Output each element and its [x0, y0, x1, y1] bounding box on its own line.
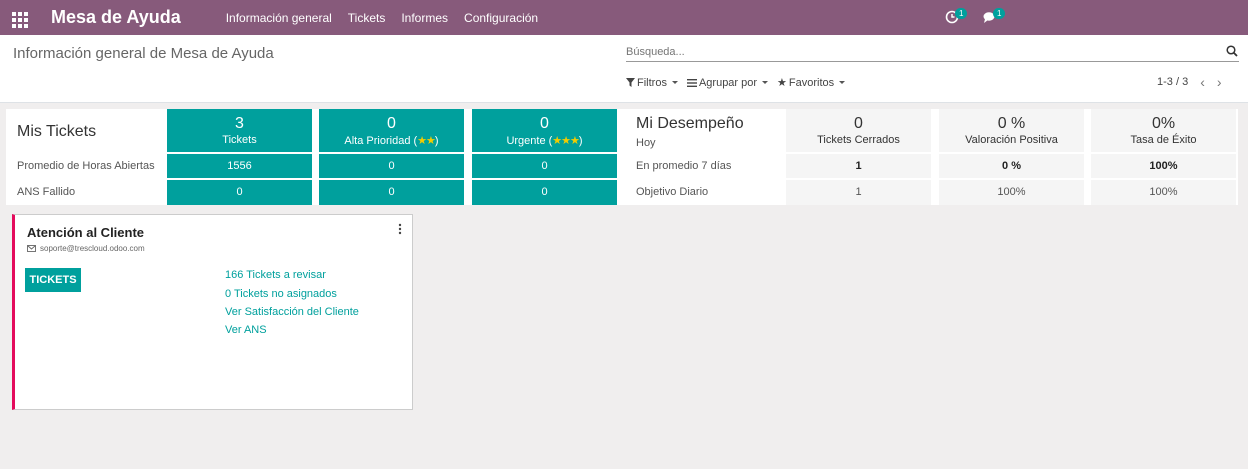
search-input[interactable] — [626, 43, 1216, 60]
tile-tickets-avg-hours[interactable]: 1556 — [167, 154, 312, 178]
filters-button[interactable]: Filtros — [626, 76, 678, 89]
list-icon — [686, 78, 697, 87]
perf-rating-avg7: 0 % — [939, 154, 1084, 178]
group-by-label: Agrupar por — [698, 76, 758, 89]
perf-closed-avg7: 1 — [786, 154, 931, 178]
unassigned-tickets-link[interactable]: 0 Tickets no asignados — [225, 288, 337, 300]
perf-rating-label: Valoración Positiva — [965, 134, 1058, 146]
tile-high-priority-count: 0 — [387, 115, 396, 132]
more-options-icon[interactable] — [398, 223, 402, 235]
perf-closed-tickets: 0 Tickets Cerrados — [786, 109, 931, 152]
sla-failed-label: ANS Fallido — [17, 186, 76, 198]
envelope-icon — [27, 245, 36, 252]
filters-caret-icon — [671, 81, 678, 84]
favorites-caret-icon — [839, 81, 846, 84]
tile-urgent-avg-hours[interactable]: 0 — [472, 154, 617, 178]
customer-satisfaction-link[interactable]: Ver Satisfacción del Cliente — [225, 306, 359, 318]
perf-closed-target: 1 — [786, 180, 931, 205]
tile-high-priority-sla-failed[interactable]: 0 — [319, 180, 464, 205]
tile-tickets-count: 3 — [235, 115, 244, 132]
messages-badge: 1 — [993, 8, 1006, 19]
pager: 1-3 / 3 ‹ › — [1157, 75, 1222, 89]
main-menu: Información general Tickets Informes Con… — [226, 11, 554, 25]
tile-high-priority[interactable]: 0 Alta Prioridad (★★) — [319, 109, 464, 152]
page-title: Información general de Mesa de Ayuda — [13, 45, 274, 62]
tickets-to-review-link[interactable]: 166 Tickets a revisar — [225, 269, 326, 281]
avg-7-days-label: En promedio 7 días — [636, 160, 732, 172]
control-panel: Información general de Mesa de Ayuda Fil… — [0, 35, 1248, 103]
perf-success-rate: 0% Tasa de Éxito — [1091, 109, 1236, 152]
search-icon[interactable] — [1226, 45, 1238, 57]
tile-tickets-sla-failed[interactable]: 0 — [167, 180, 312, 205]
favorites-label: Favoritos — [788, 76, 835, 89]
helpdesk-dashboard: Mis Tickets Promedio de Horas Abiertas A… — [6, 109, 1238, 205]
messages-button[interactable]: 1 — [983, 8, 1006, 25]
menu-overview[interactable]: Información general — [226, 11, 332, 25]
systray: 1 1 — [945, 8, 1021, 25]
perf-rating-today: 0 % — [997, 115, 1026, 132]
perf-success-avg7: 100% — [1091, 154, 1236, 178]
app-brand[interactable]: Mesa de Ayuda — [51, 7, 181, 28]
tile-high-priority-label: Alta Prioridad (★★) — [344, 135, 439, 147]
team-card: Atención al Cliente soporte@trescloud.od… — [12, 214, 413, 410]
team-email-row: soporte@trescloud.odoo.com — [27, 244, 145, 253]
menu-reports[interactable]: Informes — [401, 11, 448, 25]
activity-button[interactable]: 1 — [945, 8, 968, 25]
view-sla-link[interactable]: Ver ANS — [225, 324, 267, 336]
favorites-button[interactable]: ★ Favoritos — [777, 76, 846, 89]
today-label: Hoy — [636, 137, 656, 149]
team-name: Atención al Cliente — [27, 225, 145, 240]
pager-value[interactable]: 1-3 / 3 — [1157, 76, 1188, 88]
group-by-caret-icon — [762, 81, 769, 84]
perf-positive-rating: 0 % Valoración Positiva — [939, 109, 1084, 152]
filters-label: Filtros — [637, 76, 667, 89]
tile-urgent-count: 0 — [540, 115, 549, 132]
perf-success-today: 0% — [1151, 115, 1176, 132]
tile-urgent-sla-failed[interactable]: 0 — [472, 180, 617, 205]
perf-rating-target: 100% — [939, 180, 1084, 205]
my-tickets-title: Mis Tickets — [17, 123, 97, 140]
filter-icon — [626, 78, 635, 87]
performance-title: Mi Desempeño — [636, 115, 744, 132]
tile-tickets-label: Tickets — [222, 134, 257, 146]
tile-tickets[interactable]: 3 Tickets — [167, 109, 312, 152]
search-options: Filtros Agrupar por ★ Favoritos — [626, 76, 854, 89]
perf-closed-label: Tickets Cerrados — [817, 134, 900, 146]
pager-next-icon[interactable]: › — [1217, 75, 1222, 89]
tickets-button[interactable]: TICKETS — [25, 268, 81, 292]
perf-closed-today: 0 — [854, 115, 863, 132]
perf-success-label: Tasa de Éxito — [1130, 134, 1197, 146]
top-navbar: Mesa de Ayuda Información general Ticket… — [0, 0, 1248, 35]
team-email: soporte@trescloud.odoo.com — [40, 244, 145, 253]
apps-grid-icon[interactable] — [12, 11, 28, 28]
menu-configuration[interactable]: Configuración — [464, 11, 538, 25]
tile-urgent-label: Urgente (★★★) — [506, 135, 583, 147]
star-icon: ★ — [777, 77, 787, 89]
activity-badge: 1 — [955, 8, 968, 19]
tile-urgent[interactable]: 0 Urgente (★★★) — [472, 109, 617, 152]
perf-success-target: 100% — [1091, 180, 1236, 205]
menu-tickets[interactable]: Tickets — [348, 11, 386, 25]
search-bar — [626, 43, 1239, 62]
pager-previous-icon[interactable]: ‹ — [1200, 75, 1205, 89]
avg-open-hours-label: Promedio de Horas Abiertas — [17, 160, 155, 172]
urgent-stars-icon: ★★★ — [552, 135, 580, 147]
daily-target-label: Objetivo Diario — [636, 186, 709, 198]
group-by-button[interactable]: Agrupar por — [686, 76, 769, 89]
tile-high-priority-avg-hours[interactable]: 0 — [319, 154, 464, 178]
high-priority-stars-icon: ★★ — [417, 135, 436, 147]
